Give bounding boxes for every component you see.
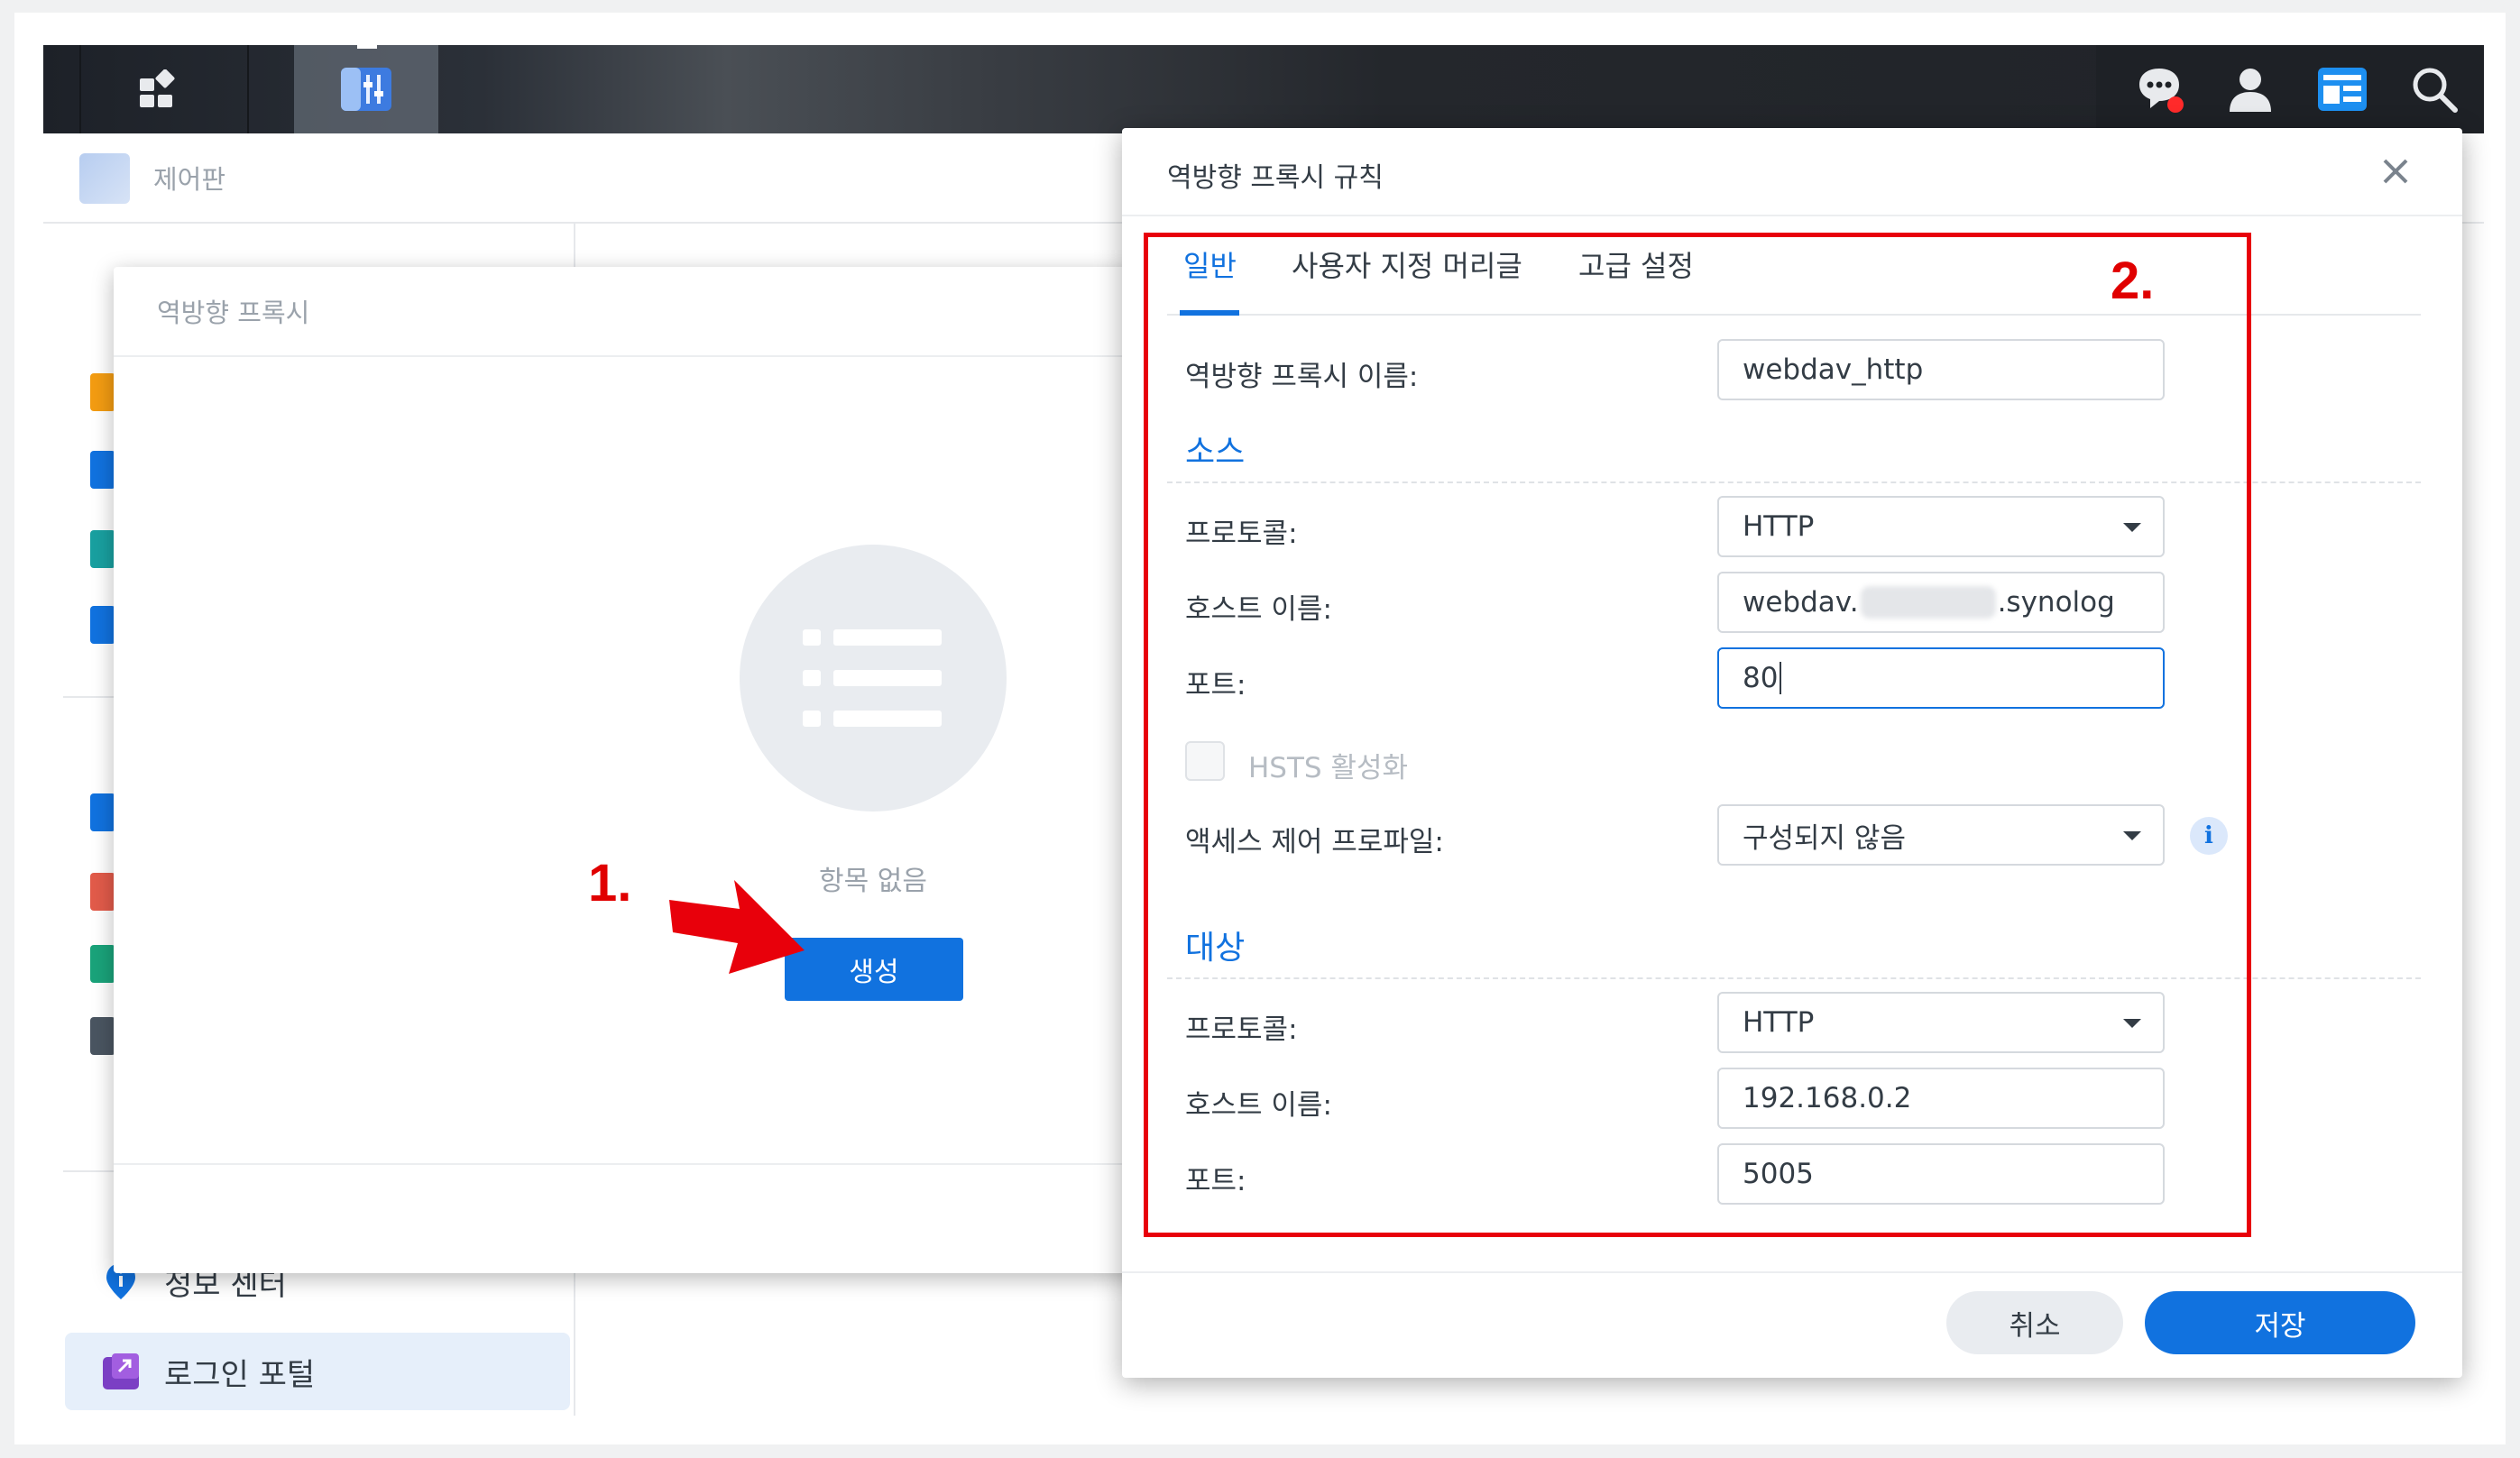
proxy-name-input[interactable]: webdav_http xyxy=(1717,339,2165,400)
destination-port-input[interactable]: 5005 xyxy=(1717,1143,2165,1205)
divider xyxy=(114,355,1250,357)
grid-icon xyxy=(140,69,175,107)
sidebar-icon[interactable] xyxy=(90,451,115,489)
host-prefix: webdav. xyxy=(1743,586,1859,619)
cancel-button[interactable]: 취소 xyxy=(1946,1291,2123,1354)
create-button[interactable]: 생성 xyxy=(785,938,963,1001)
taskbar-control-panel[interactable] xyxy=(294,45,438,133)
source-host-input[interactable]: webdav. .synolog xyxy=(1717,572,2165,633)
search-icon xyxy=(2413,68,2458,113)
destination-host-label: 호스트 이름: xyxy=(1185,1089,1332,1122)
redacted-region xyxy=(1860,586,1996,619)
proxy-name-label: 역방향 프록시 이름: xyxy=(1185,361,1419,393)
close-button[interactable] xyxy=(2376,151,2415,191)
select-value: HTTP xyxy=(1743,1006,1815,1039)
sidebar-item-login-portal[interactable]: 로그인 포털 xyxy=(65,1333,570,1410)
reverse-proxy-rule-dialog: 역방향 프록시 규칙 일반 사용자 지정 머리글 고급 설정 역방향 프록시 이… xyxy=(1122,128,2462,1378)
control-panel-icon xyxy=(341,68,391,111)
tab-bar-line xyxy=(1167,314,2421,316)
save-button[interactable]: 저장 xyxy=(2145,1291,2415,1354)
destination-section-title: 대상 xyxy=(1185,930,1246,967)
sidebar-icon[interactable] xyxy=(90,1017,115,1055)
active-window-marker xyxy=(357,45,377,49)
annotation-step-1: 1. xyxy=(588,854,632,912)
empty-state-text: 항목 없음 xyxy=(819,866,927,897)
tab-custom-headers[interactable]: 사용자 지정 머리글 xyxy=(1292,243,1522,285)
sidebar-icon[interactable] xyxy=(90,793,115,831)
source-protocol-label: 프로토콜: xyxy=(1185,518,1298,550)
chevron-down-icon xyxy=(2123,1019,2141,1028)
hsts-label: HSTS 활성화 xyxy=(1248,752,1409,784)
taskbar xyxy=(43,45,2484,133)
chat-icon xyxy=(2139,69,2184,113)
active-tab-indicator xyxy=(1180,310,1239,316)
select-value: 구성되지 않음 xyxy=(1743,821,1906,855)
source-host-label: 호스트 이름: xyxy=(1185,593,1332,626)
source-port-input[interactable]: 80 xyxy=(1717,647,2165,709)
dialog-title: 역방향 프록시 규칙 xyxy=(1167,162,1384,194)
select-value: HTTP xyxy=(1743,510,1815,543)
acl-profile-label: 액세스 제어 프로파일: xyxy=(1185,826,1444,858)
divider xyxy=(114,1163,1250,1165)
source-section-title: 소스 xyxy=(1185,434,1246,471)
divider xyxy=(1122,215,2462,216)
destination-port-label: 포트: xyxy=(1185,1165,1246,1197)
text-cursor xyxy=(1780,662,1782,694)
section-divider xyxy=(1167,481,2421,483)
tab-advanced-settings[interactable]: 고급 설정 xyxy=(1578,243,1694,285)
chevron-down-icon xyxy=(2123,831,2141,840)
portal-icon xyxy=(103,1353,139,1389)
widgets-button[interactable] xyxy=(2316,63,2368,115)
widget-icon xyxy=(2318,68,2367,111)
taskbar-separator xyxy=(79,45,81,133)
sidebar-icon[interactable] xyxy=(90,945,115,983)
host-suffix: .synolog xyxy=(1997,586,2115,619)
search-button[interactable] xyxy=(2408,63,2460,115)
acl-profile-select[interactable]: 구성되지 않음 xyxy=(1717,804,2165,866)
input-value: webdav_http xyxy=(1743,353,1924,386)
info-icon[interactable]: i xyxy=(2190,817,2228,855)
source-protocol-select[interactable]: HTTP xyxy=(1717,496,2165,557)
input-value: 80 xyxy=(1743,662,1779,694)
window-title: 제어판 xyxy=(153,164,226,195)
source-port-label: 포트: xyxy=(1185,669,1246,701)
taskbar-separator xyxy=(247,45,249,133)
red-arrow-icon xyxy=(669,880,805,974)
user-icon xyxy=(2230,69,2271,112)
control-panel-icon xyxy=(79,153,130,204)
tab-general[interactable]: 일반 xyxy=(1183,243,1237,285)
sidebar-icon[interactable] xyxy=(90,606,115,644)
dialog-title: 역방향 프록시 xyxy=(157,298,310,328)
destination-protocol-label: 프로토콜: xyxy=(1185,1013,1298,1046)
reverse-proxy-list-dialog: 역방향 프록시 항목 없음 생성 xyxy=(114,267,1250,1273)
empty-state xyxy=(740,545,1007,812)
close-icon xyxy=(2383,159,2408,184)
list-icon xyxy=(803,629,942,727)
input-value: 192.168.0.2 xyxy=(1743,1082,1912,1114)
user-menu-button[interactable] xyxy=(2224,63,2276,115)
sidebar-icon[interactable] xyxy=(90,530,115,568)
hsts-checkbox[interactable] xyxy=(1185,741,1225,781)
notifications-button[interactable] xyxy=(2134,63,2186,115)
main-menu-button[interactable] xyxy=(108,45,207,133)
destination-host-input[interactable]: 192.168.0.2 xyxy=(1717,1068,2165,1129)
annotation-step-2: 2. xyxy=(2111,252,2155,310)
section-divider xyxy=(1167,977,2421,979)
chevron-down-icon xyxy=(2123,523,2141,532)
sidebar-item-label: 로그인 포털 xyxy=(164,1356,316,1393)
destination-protocol-select[interactable]: HTTP xyxy=(1717,992,2165,1053)
input-value: 5005 xyxy=(1743,1158,1814,1190)
sidebar-icon[interactable] xyxy=(90,373,115,411)
divider xyxy=(1122,1271,2462,1273)
taskbar-tray xyxy=(2096,45,2484,133)
sidebar-icon[interactable] xyxy=(90,873,115,911)
